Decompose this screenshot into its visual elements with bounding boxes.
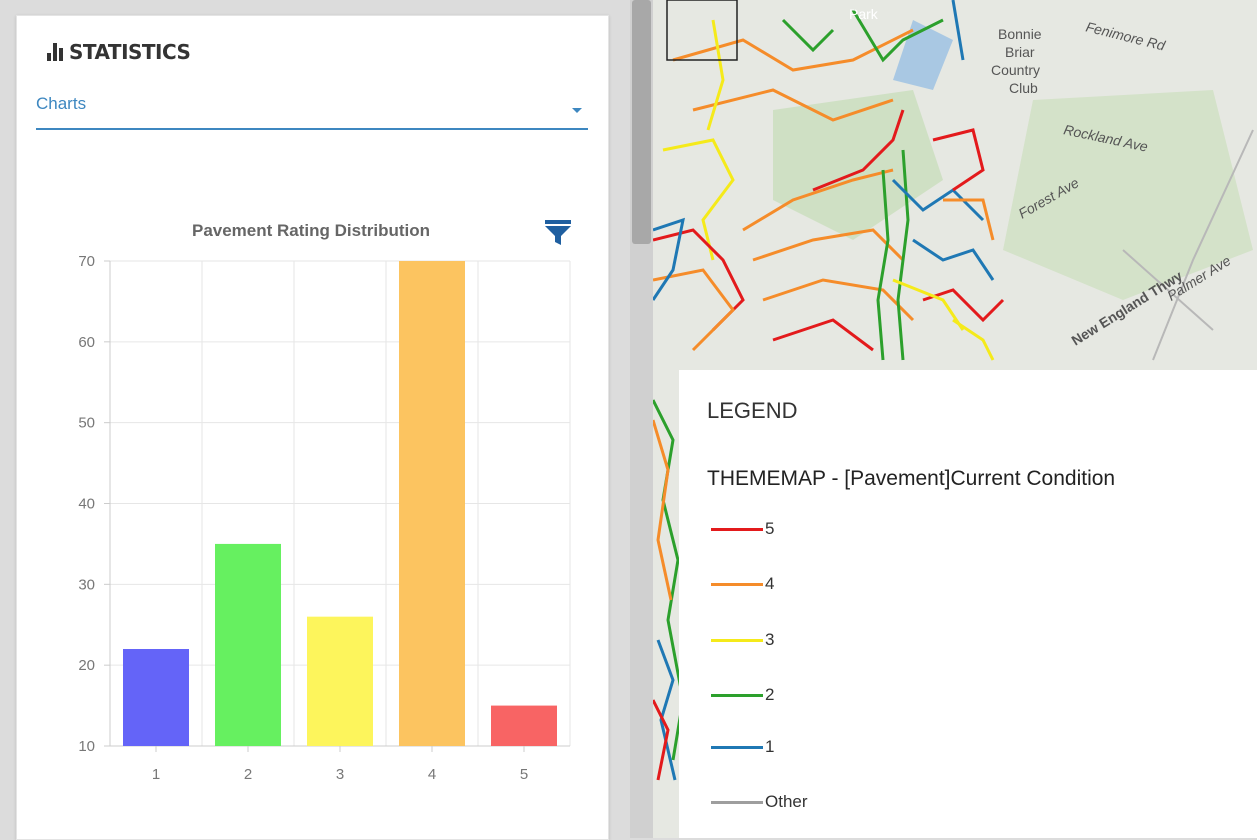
x-tick-label: 2 bbox=[244, 766, 252, 783]
map-label: Bonnie bbox=[998, 26, 1042, 42]
map-label: Briar bbox=[1005, 44, 1035, 60]
y-tick-label: 70 bbox=[78, 253, 95, 270]
legend-swatch bbox=[711, 745, 763, 749]
legend-item: 3 bbox=[711, 629, 774, 651]
x-tick-label: 1 bbox=[152, 766, 160, 783]
filter-icon[interactable] bbox=[544, 218, 572, 246]
legend-label: 2 bbox=[765, 685, 775, 704]
y-tick-label: 20 bbox=[78, 657, 95, 674]
map-label: Park bbox=[849, 6, 878, 22]
map-label: Country bbox=[991, 62, 1041, 78]
legend-panel: LEGEND THEMEMAP - [Pavement]Current Cond… bbox=[679, 370, 1257, 838]
x-tick-label: 4 bbox=[428, 766, 436, 783]
y-tick-label: 50 bbox=[78, 415, 95, 432]
x-tick-label: 3 bbox=[336, 766, 344, 783]
legend-label: 4 bbox=[765, 574, 775, 593]
legend-swatch bbox=[711, 638, 763, 642]
legend-label: 3 bbox=[765, 630, 775, 649]
scrollbar-thumb[interactable] bbox=[632, 0, 651, 244]
legend-layer-title: THEMEMAP - [Pavement]Current Condition bbox=[707, 467, 1116, 490]
legend-swatch bbox=[711, 527, 763, 531]
legend-item: 2 bbox=[711, 684, 774, 706]
legend-item: 5 bbox=[711, 518, 774, 540]
x-tick-label: 5 bbox=[520, 766, 528, 783]
legend-swatch bbox=[711, 800, 763, 804]
legend-item: Other bbox=[711, 791, 808, 813]
pavement-rating-chart: Pavement Rating Distribution 10 20 30 40 50 60… bbox=[78, 221, 571, 783]
legend-label: 5 bbox=[765, 519, 775, 538]
legend-label: 1 bbox=[765, 737, 775, 756]
bar bbox=[123, 649, 189, 746]
y-tick-label: 60 bbox=[78, 334, 95, 351]
legend-title: LEGEND bbox=[707, 398, 798, 423]
bar bbox=[491, 705, 557, 746]
legend-item: 1 bbox=[711, 736, 774, 758]
y-tick-label: 30 bbox=[78, 576, 95, 593]
legend-label: Other bbox=[765, 792, 808, 811]
bar bbox=[215, 543, 281, 746]
legend-item: 4 bbox=[711, 573, 774, 595]
bar bbox=[307, 616, 373, 746]
y-tick-label: 10 bbox=[78, 738, 95, 755]
legend-swatch bbox=[711, 693, 763, 697]
map-label: Club bbox=[1009, 80, 1038, 96]
legend-swatch bbox=[711, 582, 763, 586]
y-tick-label: 40 bbox=[78, 496, 95, 513]
chart-title: Pavement Rating Distribution bbox=[192, 221, 430, 240]
bar bbox=[399, 261, 465, 746]
